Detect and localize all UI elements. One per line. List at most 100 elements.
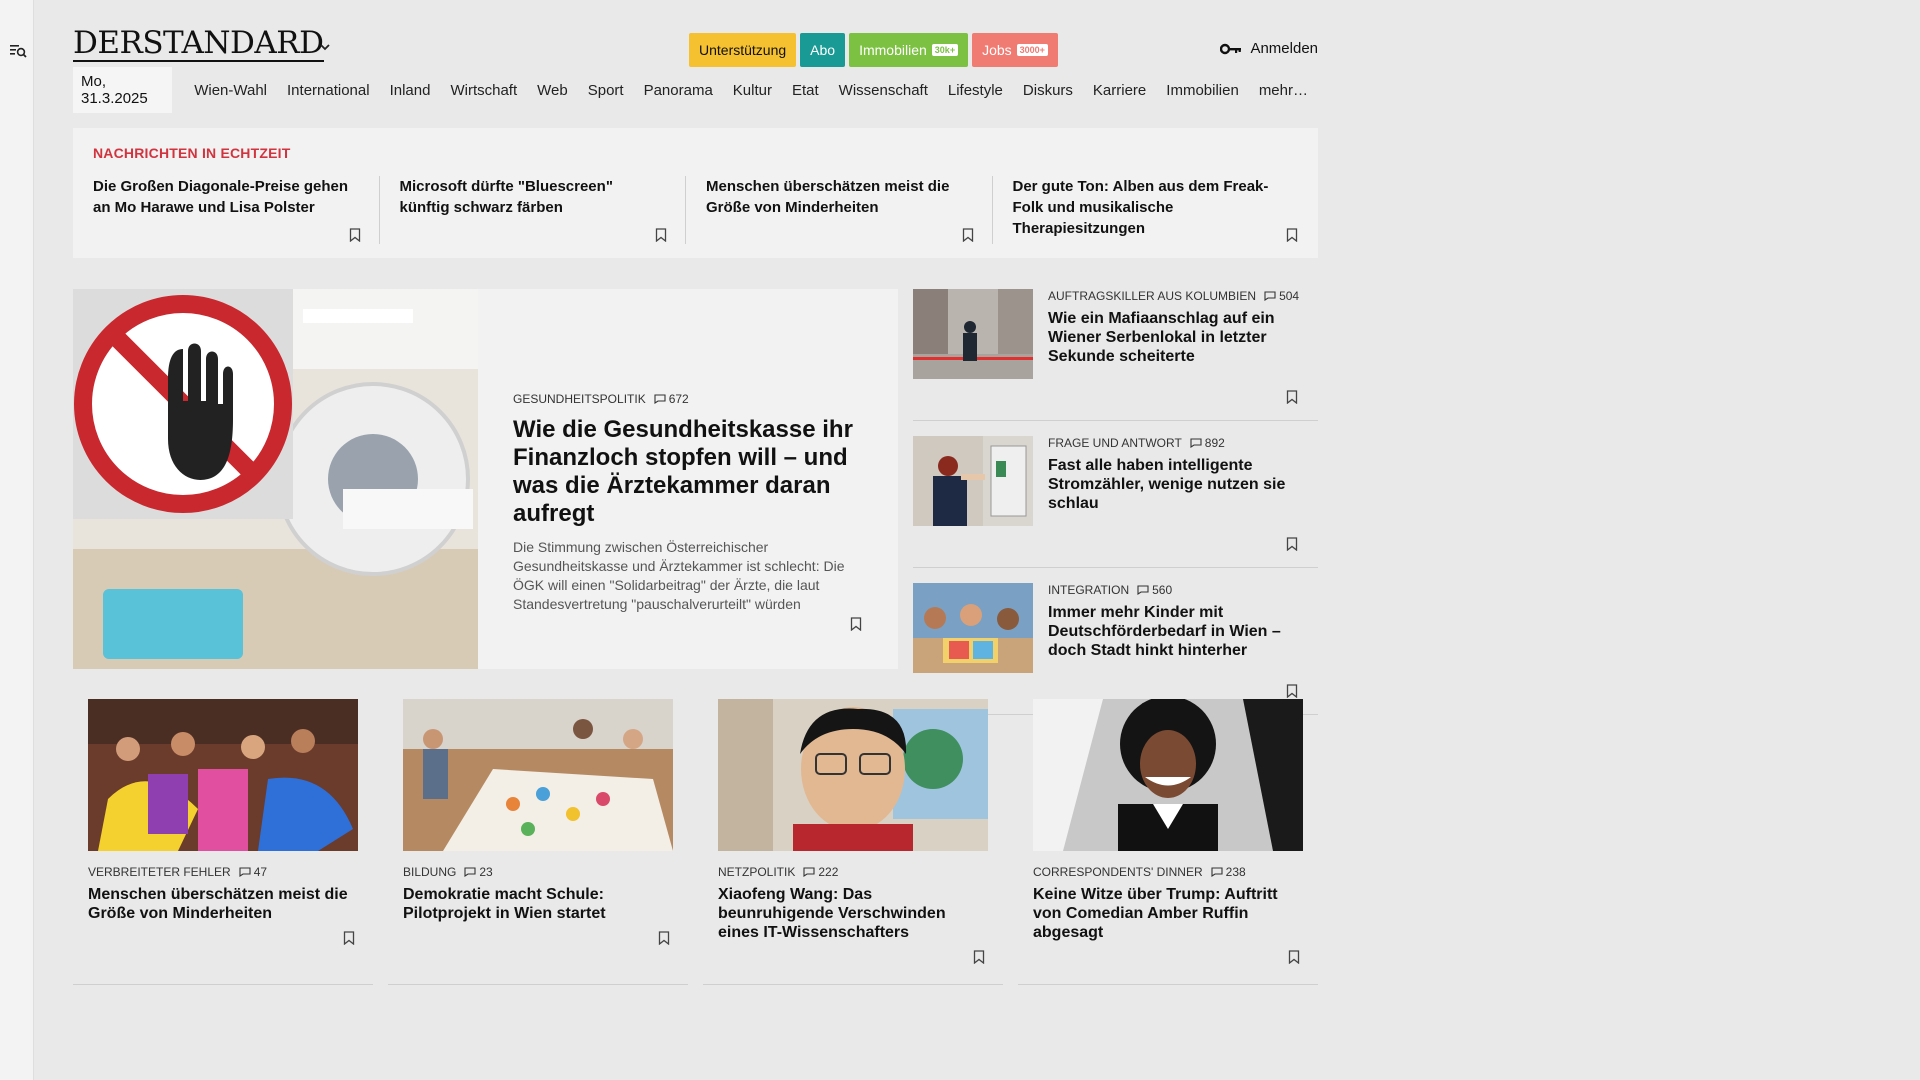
nav-item-inland[interactable]: Inland (380, 82, 441, 99)
bookmark-icon[interactable] (349, 228, 361, 242)
side-articles: AUFTRAGSKILLER AUS KOLUMBIEN 504 Wie ein… (913, 289, 1318, 715)
side-article[interactable]: AUFTRAGSKILLER AUS KOLUMBIEN 504 Wie ein… (913, 289, 1318, 421)
nav-item-immobilien[interactable]: Immobilien (1156, 82, 1249, 99)
kicker-label: CORRESPONDENTS' DINNER (1033, 865, 1203, 879)
comment-icon (1190, 438, 1202, 448)
nav-item-wissenschaft[interactable]: Wissenschaft (829, 82, 938, 99)
bookmark-icon[interactable] (343, 931, 355, 945)
hero-title[interactable]: Wie die Gesundheitskasse ihr Finanzloch … (513, 416, 868, 528)
ticker-title: NACHRICHTEN IN ECHTZEIT (93, 145, 291, 161)
chevron-down-icon[interactable] (318, 40, 332, 54)
comment-count-value: 238 (1225, 865, 1246, 879)
pill-count-badge: 3000+ (1016, 44, 1048, 56)
comment-count-value: 222 (818, 865, 839, 879)
kicker-label: AUFTRAGSKILLER AUS KOLUMBIEN (1048, 289, 1257, 303)
news-ticker: NACHRICHTEN IN ECHTZEIT Die Großen Diago… (73, 128, 1318, 258)
ticker-item[interactable]: Menschen überschätzen meist die Größe vo… (706, 176, 993, 244)
comment-count-value: 560 (1152, 583, 1173, 597)
bookmark-icon[interactable] (1286, 228, 1298, 242)
header-pills: Unterstützung Abo Immobilien 30k+ Jobs 3… (689, 33, 1058, 67)
side-article-title[interactable]: Wie ein Mafiaanschlag auf ein Wiener Ser… (1048, 309, 1308, 366)
login-button[interactable]: Anmelden (1220, 40, 1318, 57)
ticker-item-title: Menschen überschätzen meist die Größe vo… (706, 178, 950, 216)
comment-count[interactable]: 222 (803, 865, 838, 879)
current-date: Mo, 31.3.2025 (73, 67, 173, 113)
side-article-title[interactable]: Immer mehr Kinder mit Deutschförderbedar… (1048, 603, 1308, 660)
article-card[interactable]: VERBREITETER FEHLER 47 Menschen überschä… (73, 699, 373, 985)
comment-count[interactable]: 238 (1211, 865, 1246, 879)
comment-count[interactable]: 560 (1137, 583, 1172, 597)
pill-jobs[interactable]: Jobs 3000+ (972, 33, 1058, 67)
comment-icon (239, 867, 251, 877)
hero-kicker: GESUNDHEITSPOLITIK 672 (513, 392, 868, 406)
kicker-label: GESUNDHEITSPOLITIK (513, 392, 646, 406)
pill-abo[interactable]: Abo (800, 33, 846, 67)
nav-item-mehr[interactable]: mehr… (1249, 82, 1318, 99)
page: DERSTANDARD Unterstützung Abo Immobilien… (73, 0, 1318, 985)
nav-item-kultur[interactable]: Kultur (723, 82, 782, 99)
comment-count[interactable]: 47 (239, 865, 267, 879)
comment-icon (803, 867, 815, 877)
bookmark-icon[interactable] (658, 931, 670, 945)
pill-immobilien[interactable]: Immobilien 30k+ (849, 33, 969, 67)
nav-item-panorama[interactable]: Panorama (634, 82, 723, 99)
nav-item-web[interactable]: Web (527, 82, 578, 99)
nav-item-wirtschaft[interactable]: Wirtschaft (440, 82, 527, 99)
pill-label: Jobs (982, 42, 1012, 58)
card-kicker: CORRESPONDENTS' DINNER 238 (1033, 865, 1303, 879)
article-card[interactable]: NETZPOLITIK 222 Xiaofeng Wang: Das beunr… (703, 699, 1003, 985)
nav-item-wien-wahl[interactable]: Wien-Wahl (184, 82, 277, 99)
bookmark-icon[interactable] (973, 950, 985, 964)
bookmark-icon[interactable] (1288, 950, 1300, 964)
key-icon (1220, 43, 1242, 54)
header: DERSTANDARD Unterstützung Abo Immobilien… (73, 0, 1318, 74)
article-grid: VERBREITETER FEHLER 47 Menschen überschä… (73, 699, 1318, 985)
bookmark-icon[interactable] (1286, 390, 1298, 404)
side-article-title[interactable]: Fast alle haben intelligente Stromzähler… (1048, 456, 1308, 513)
logo[interactable]: DERSTANDARD (73, 28, 324, 62)
menu-search-icon[interactable] (9, 42, 27, 60)
side-kicker: AUFTRAGSKILLER AUS KOLUMBIEN 504 (1048, 289, 1308, 303)
bookmark-icon[interactable] (1286, 537, 1298, 551)
ticker-item-title: Die Großen Diagonale-Preise gehen an Mo … (93, 178, 349, 216)
card-title[interactable]: Demokratie macht Schule: Pilotprojekt in… (403, 885, 673, 923)
side-article[interactable]: FRAGE UND ANTWORT 892 Fast alle haben in… (913, 436, 1318, 568)
article-image (1033, 699, 1303, 851)
pill-unterstuetzung[interactable]: Unterstützung (689, 33, 797, 67)
article-card[interactable]: CORRESPONDENTS' DINNER 238 Keine Witze ü… (1018, 699, 1318, 985)
article-image (88, 699, 358, 851)
comment-icon (654, 394, 666, 404)
comment-count-value: 23 (479, 865, 493, 879)
bookmark-icon[interactable] (850, 617, 862, 631)
article-card[interactable]: BILDUNG 23 Demokratie macht Schule: Pilo… (388, 699, 688, 985)
bookmark-icon[interactable] (1286, 684, 1298, 698)
side-article[interactable]: INTEGRATION 560 Immer mehr Kinder mit De… (913, 583, 1318, 715)
side-kicker: FRAGE UND ANTWORT 892 (1048, 436, 1308, 450)
nav-item-diskurs[interactable]: Diskurs (1013, 82, 1083, 99)
ticker-item[interactable]: Microsoft dürfte "Bluescreen" künftig sc… (400, 176, 686, 244)
kicker-label: BILDUNG (403, 865, 457, 879)
comment-count[interactable]: 23 (464, 865, 493, 879)
nav-item-sport[interactable]: Sport (578, 82, 634, 99)
nav-item-etat[interactable]: Etat (782, 82, 829, 99)
comment-count[interactable]: 672 (654, 392, 689, 406)
card-kicker: NETZPOLITIK 222 (718, 865, 988, 879)
bookmark-icon[interactable] (655, 228, 667, 242)
comment-icon (1264, 291, 1276, 301)
comment-count[interactable]: 892 (1190, 436, 1225, 450)
card-title[interactable]: Xiaofeng Wang: Das beunruhigende Verschw… (718, 885, 988, 942)
card-title[interactable]: Keine Witze über Trump: Auftritt von Com… (1033, 885, 1303, 942)
main-nav: Mo, 31.3.2025 Wien-Wahl International In… (73, 67, 1318, 113)
bookmark-icon[interactable] (962, 228, 974, 242)
hero-article[interactable]: GESUNDHEITSPOLITIK 672 Wie die Gesundhei… (73, 289, 898, 669)
card-title[interactable]: Menschen überschätzen meist die Größe vo… (88, 885, 358, 923)
nav-item-karriere[interactable]: Karriere (1083, 82, 1156, 99)
comment-count[interactable]: 504 (1264, 289, 1299, 303)
ticker-item[interactable]: Der gute Ton: Alben aus dem Freak-Folk u… (1013, 176, 1299, 244)
nav-item-lifestyle[interactable]: Lifestyle (938, 82, 1013, 99)
article-thumbnail (913, 436, 1033, 526)
ticker-item[interactable]: Die Großen Diagonale-Preise gehen an Mo … (93, 176, 380, 244)
login-label: Anmelden (1250, 40, 1318, 57)
nav-item-international[interactable]: International (277, 82, 380, 99)
comment-count-value: 672 (668, 392, 689, 406)
